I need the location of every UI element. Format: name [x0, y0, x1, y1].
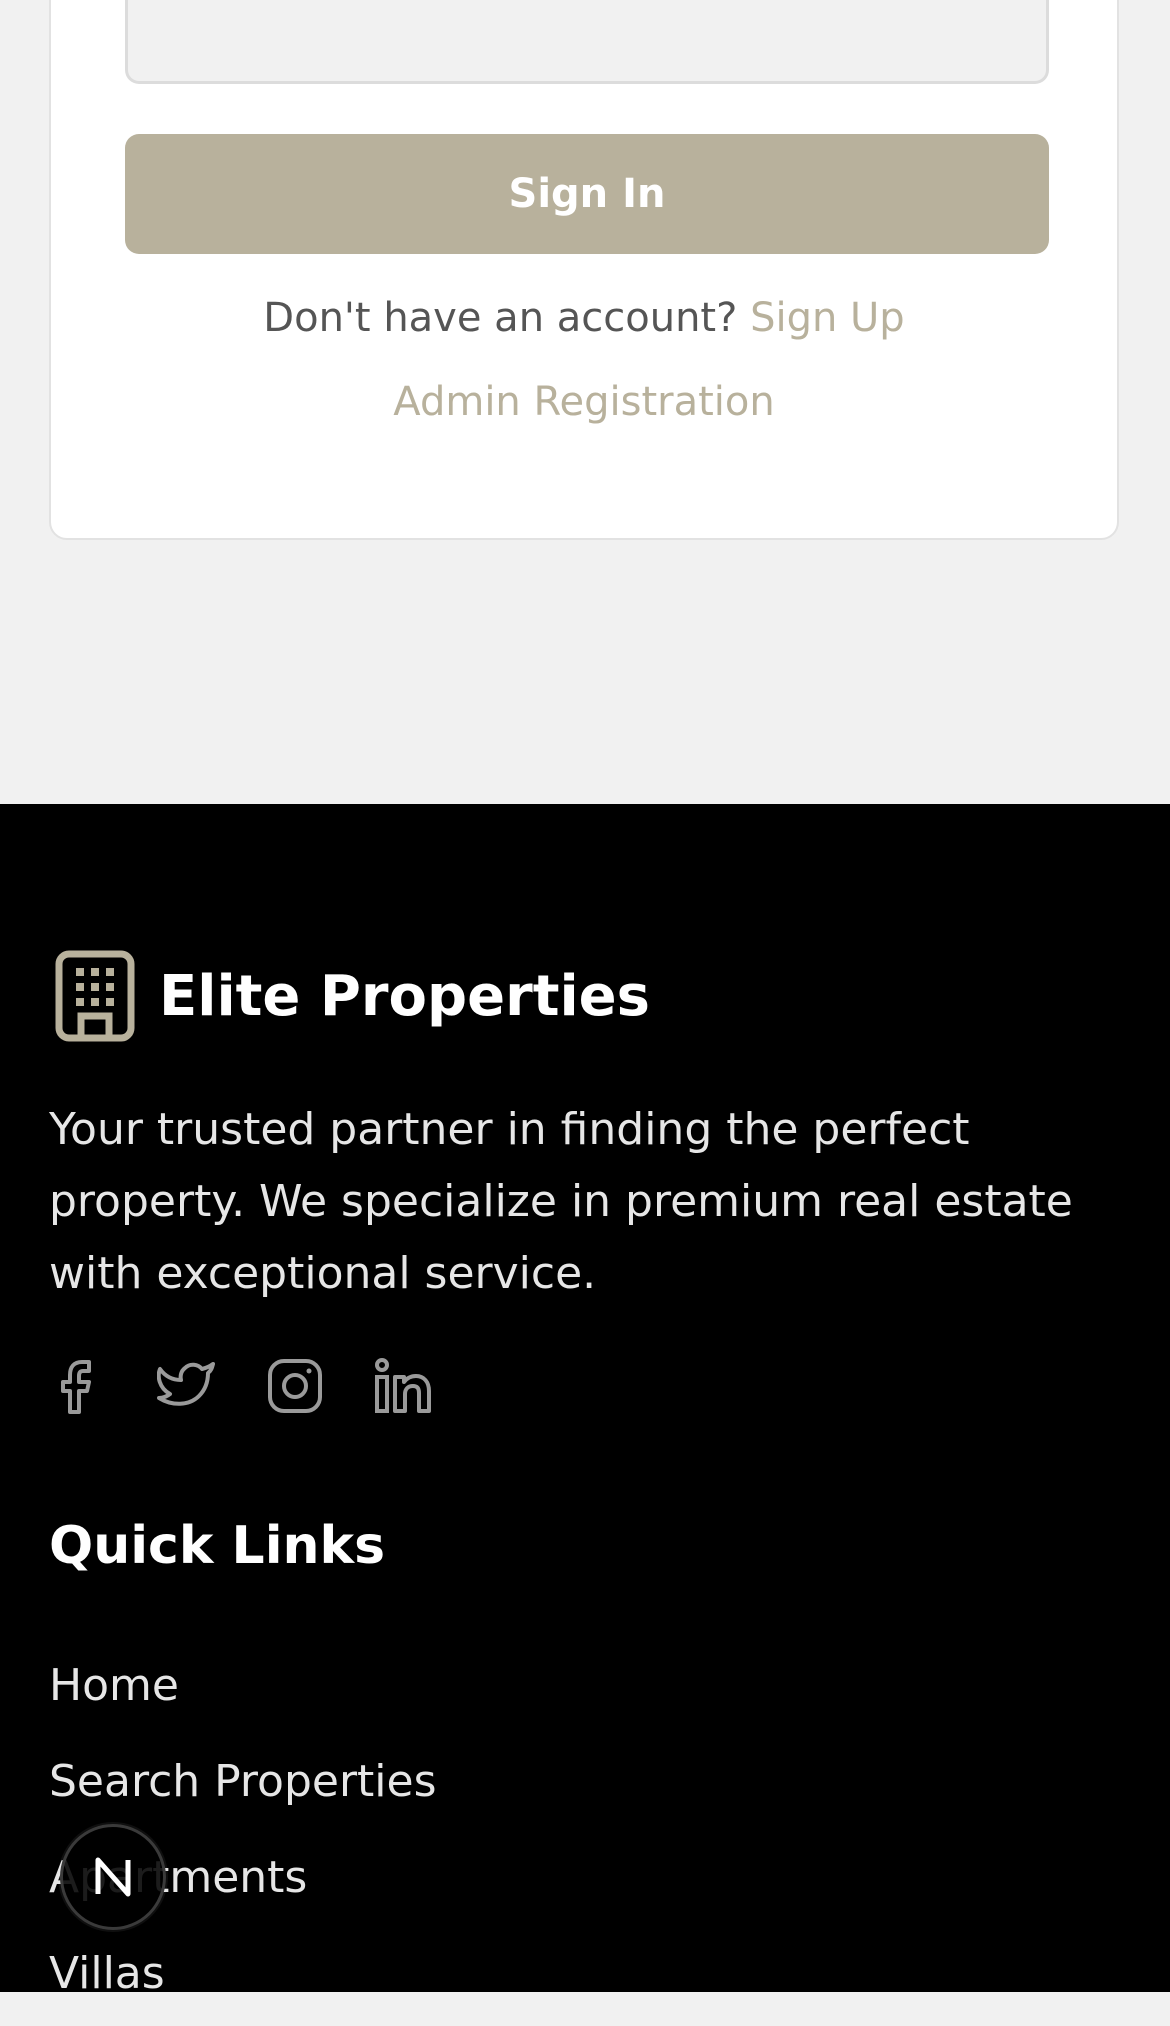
- dev-tools-badge[interactable]: [60, 1824, 166, 1930]
- signup-prompt: Don't have an account? Sign Up: [51, 288, 1117, 348]
- quick-link-item: Search Properties: [49, 1738, 437, 1834]
- admin-registration-link[interactable]: Admin Registration: [393, 379, 774, 425]
- sign-up-link[interactable]: Sign Up: [750, 295, 905, 341]
- login-card: Sign In Don't have an account? Sign Up A…: [49, 0, 1119, 540]
- footer-tagline: Your trusted partner in finding the perf…: [49, 1104, 1073, 1299]
- no-account-text: Don't have an account?: [263, 295, 738, 341]
- sign-in-button[interactable]: Sign In: [125, 134, 1049, 254]
- quick-link-search-properties[interactable]: Search Properties: [49, 1756, 437, 1807]
- twitter-icon[interactable]: [157, 1356, 217, 1416]
- quick-links-title: Quick Links: [49, 1516, 386, 1576]
- linkedin-icon[interactable]: [373, 1356, 433, 1416]
- building-icon: [49, 950, 141, 1042]
- admin-registration-row: Admin Registration: [51, 372, 1117, 432]
- site-footer: Elite Properties Your trusted partner in…: [0, 804, 1170, 1999]
- login-section: Sign In Don't have an account? Sign Up A…: [0, 0, 1170, 804]
- instagram-icon[interactable]: [265, 1356, 325, 1416]
- brand-name: Elite Properties: [159, 963, 650, 1029]
- quick-link-item: Home: [49, 1642, 437, 1738]
- n-logo-icon: [95, 1857, 131, 1897]
- quick-link-home[interactable]: Home: [49, 1660, 179, 1711]
- quick-link-villas[interactable]: Villas: [49, 1948, 165, 1999]
- footer-brand[interactable]: Elite Properties: [49, 950, 650, 1042]
- social-links: [49, 1356, 433, 1416]
- password-input[interactable]: [125, 0, 1049, 84]
- quick-link-item: Villas: [49, 1930, 437, 2026]
- facebook-icon[interactable]: [49, 1356, 109, 1416]
